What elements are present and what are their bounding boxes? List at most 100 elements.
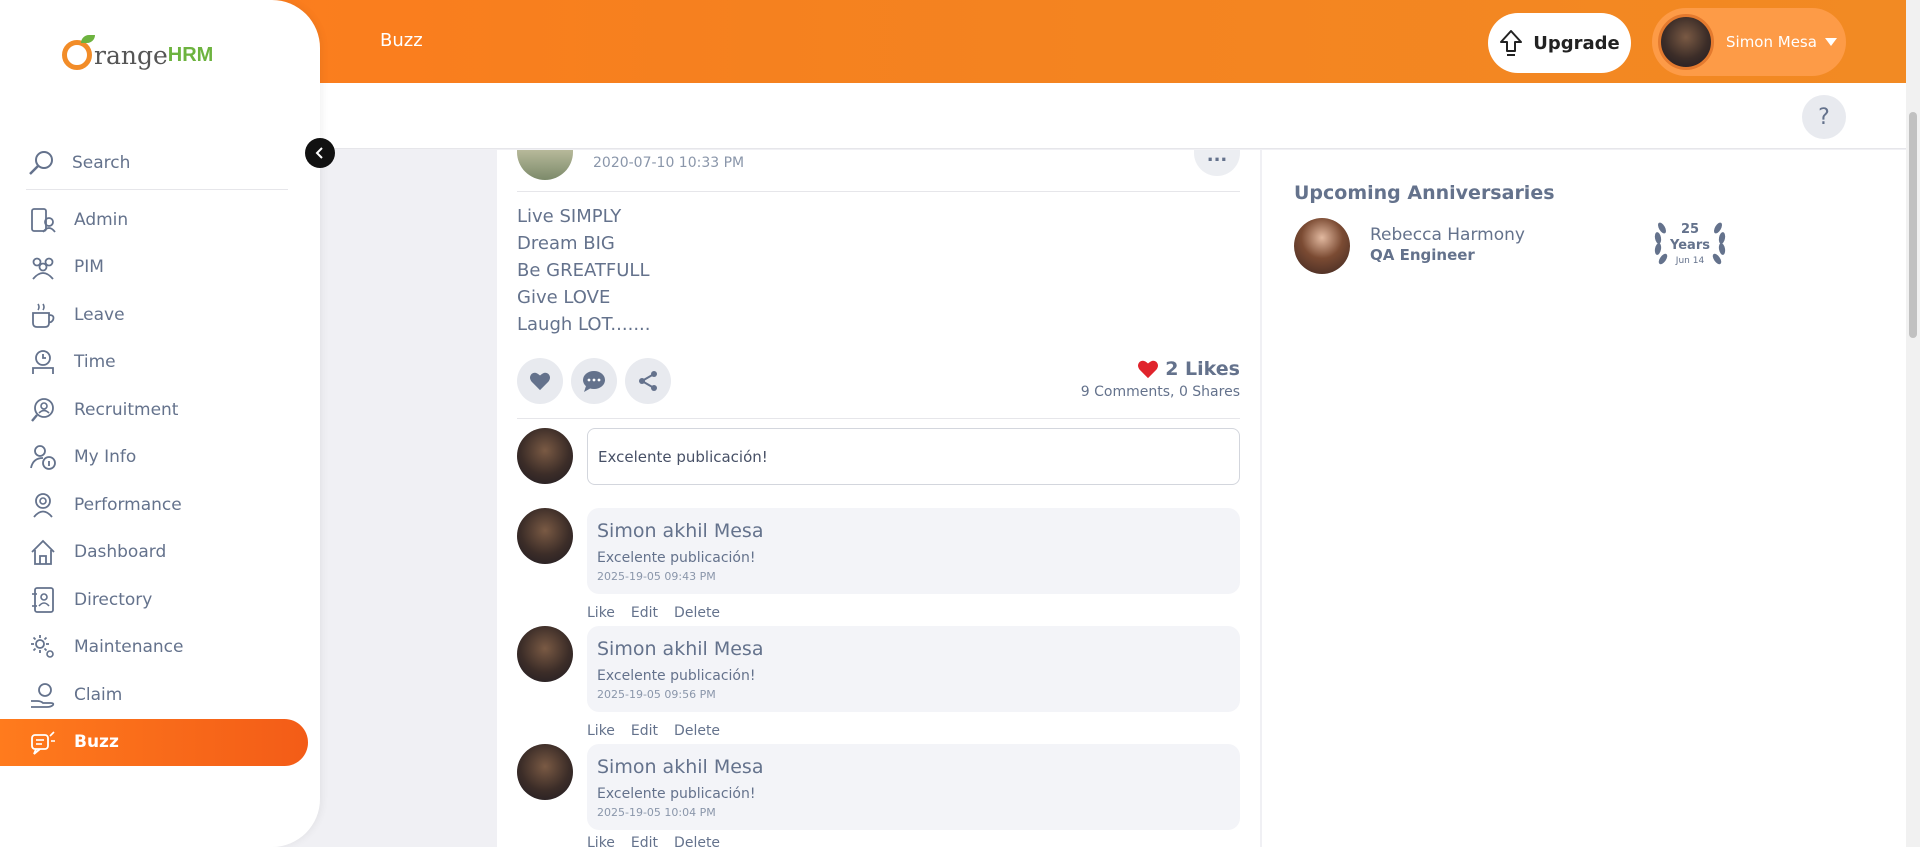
leave-icon bbox=[28, 300, 58, 330]
user-name: Simon Mesa bbox=[1726, 33, 1817, 51]
orangehrm-logo: range HRM bbox=[62, 35, 213, 70]
like-button[interactable] bbox=[517, 358, 563, 404]
post-actions bbox=[517, 358, 671, 404]
post-date: 2020-07-10 10:33 PM bbox=[593, 155, 745, 171]
sidebar-item-my-info[interactable]: My Info bbox=[0, 434, 320, 482]
comment-icon bbox=[583, 371, 605, 392]
directory-icon bbox=[28, 585, 58, 615]
post-stats: 2 Likes 9 Comments, 0 Shares bbox=[1081, 358, 1240, 400]
sidebar-item-label: Maintenance bbox=[74, 637, 184, 658]
comment-author: Simon akhil Mesa bbox=[597, 638, 764, 660]
comment-edit-link[interactable]: Edit bbox=[631, 835, 658, 847]
comment-time: 2025-19-05 10:04 PM bbox=[597, 806, 716, 819]
help-button[interactable]: ? bbox=[1802, 95, 1846, 139]
anniversaries-title: Upcoming Anniversaries bbox=[1294, 182, 1555, 204]
anniversary-badge: 25 Years Jun 14 bbox=[1648, 216, 1732, 272]
comment-edit-link[interactable]: Edit bbox=[631, 605, 658, 621]
chevron-left-icon bbox=[315, 147, 323, 159]
anniversary-years-number: 25 bbox=[1680, 222, 1700, 237]
sidebar-item-claim[interactable]: Claim bbox=[0, 671, 320, 719]
time-icon bbox=[28, 347, 58, 377]
sidebar-item-pim[interactable]: PIM bbox=[0, 244, 320, 292]
dashboard-icon bbox=[28, 537, 58, 567]
sidebar-search[interactable]: Search bbox=[26, 136, 288, 190]
comment-author: Simon akhil Mesa bbox=[597, 520, 764, 542]
divider bbox=[517, 418, 1240, 419]
comment-edit-link[interactable]: Edit bbox=[631, 723, 658, 739]
comment-item: Simon akhil Mesa Excelente publicación! … bbox=[517, 508, 1240, 621]
sidebar-item-label: Leave bbox=[74, 304, 125, 325]
comment-delete-link[interactable]: Delete bbox=[674, 723, 720, 739]
comment-text: Excelente publicación! bbox=[597, 786, 756, 802]
comment-delete-link[interactable]: Delete bbox=[674, 605, 720, 621]
employee-name: Rebecca Harmony bbox=[1370, 225, 1525, 245]
avatar bbox=[517, 626, 573, 682]
search-label: Search bbox=[72, 152, 131, 173]
comment-button[interactable] bbox=[571, 358, 617, 404]
divider bbox=[517, 191, 1240, 192]
sidebar-item-time[interactable]: Time bbox=[0, 339, 320, 387]
sidebar-item-label: Admin bbox=[74, 209, 129, 230]
sidebar-item-label: Recruitment bbox=[74, 399, 179, 420]
recruitment-icon bbox=[28, 395, 58, 425]
comment-delete-link[interactable]: Delete bbox=[674, 835, 720, 847]
sidebar-item-label: Dashboard bbox=[74, 542, 167, 563]
my-info-icon bbox=[28, 442, 58, 472]
sidebar-nav: Admin PIM Leave Time Recruitment My Info… bbox=[0, 196, 320, 766]
avatar bbox=[517, 744, 573, 800]
shares-count[interactable]: 0 Shares bbox=[1179, 384, 1240, 400]
sidebar-collapse-button[interactable] bbox=[305, 138, 335, 168]
search-icon bbox=[26, 148, 56, 178]
post-body: Live SIMPLY Dream BIG Be GREATFULL Give … bbox=[517, 203, 651, 338]
sidebar-item-maintenance[interactable]: Maintenance bbox=[0, 624, 320, 672]
more-icon: ... bbox=[1206, 145, 1228, 166]
sidebar-item-directory[interactable]: Directory bbox=[0, 576, 320, 624]
post-line: Laugh LOT....... bbox=[517, 314, 651, 335]
anniversaries-panel: Upcoming Anniversaries Rebecca Harmony Q… bbox=[1262, 150, 1906, 847]
admin-icon bbox=[28, 205, 58, 235]
sidebar-item-label: Buzz bbox=[74, 732, 119, 753]
sidebar-item-buzz[interactable]: Buzz bbox=[0, 718, 308, 766]
sidebar-item-performance[interactable]: Performance bbox=[0, 481, 320, 529]
pim-icon bbox=[28, 252, 58, 282]
avatar bbox=[1294, 218, 1350, 274]
avatar bbox=[517, 508, 573, 564]
claim-icon bbox=[28, 680, 58, 710]
buzz-post: 2020-07-10 10:33 PM ... Live SIMPLY Drea… bbox=[497, 147, 1260, 847]
maintenance-icon bbox=[28, 632, 58, 662]
share-button[interactable] bbox=[625, 358, 671, 404]
comment-item: Simon akhil Mesa Excelente publicación! … bbox=[517, 744, 1240, 847]
user-menu[interactable]: Simon Mesa bbox=[1652, 8, 1846, 76]
comment-text: Excelente publicación! bbox=[597, 550, 756, 566]
logo-text: range bbox=[94, 40, 168, 70]
page-title: Buzz bbox=[380, 30, 423, 51]
post-line: Live SIMPLY bbox=[517, 206, 622, 227]
comment-actions: Like Edit Delete bbox=[587, 835, 720, 847]
avatar bbox=[1658, 14, 1714, 70]
logo-orange-icon bbox=[62, 35, 95, 70]
sidebar-item-admin[interactable]: Admin bbox=[0, 196, 320, 244]
comment-item: Simon akhil Mesa Excelente publicación! … bbox=[517, 626, 1240, 739]
comments-count[interactable]: 9 Comments, bbox=[1081, 384, 1175, 400]
upgrade-button[interactable]: Upgrade bbox=[1488, 13, 1631, 73]
upgrade-label: Upgrade bbox=[1533, 32, 1620, 54]
sidebar-item-label: My Info bbox=[74, 447, 137, 468]
sidebar-item-dashboard[interactable]: Dashboard bbox=[0, 529, 320, 577]
comment-text: Excelente publicación! bbox=[597, 668, 756, 684]
comment-author: Simon akhil Mesa bbox=[597, 756, 764, 778]
post-menu-button[interactable]: ... bbox=[1194, 147, 1240, 176]
sidebar: range HRM Search Admin PIM Leave Time Re… bbox=[0, 0, 320, 847]
performance-icon bbox=[28, 490, 58, 520]
comment-like-link[interactable]: Like bbox=[587, 723, 615, 739]
comment-like-link[interactable]: Like bbox=[587, 605, 615, 621]
comment-bubble: Simon akhil Mesa Excelente publicación! … bbox=[587, 508, 1240, 594]
buzz-icon bbox=[28, 727, 58, 757]
scrollbar-thumb[interactable] bbox=[1909, 112, 1917, 338]
heart-filled-icon bbox=[1138, 360, 1159, 379]
help-icon: ? bbox=[1818, 104, 1830, 130]
sidebar-item-recruitment[interactable]: Recruitment bbox=[0, 386, 320, 434]
comment-like-link[interactable]: Like bbox=[587, 835, 615, 847]
employee-role: QA Engineer bbox=[1370, 246, 1475, 264]
sidebar-item-leave[interactable]: Leave bbox=[0, 291, 320, 339]
comment-input[interactable] bbox=[587, 428, 1240, 485]
